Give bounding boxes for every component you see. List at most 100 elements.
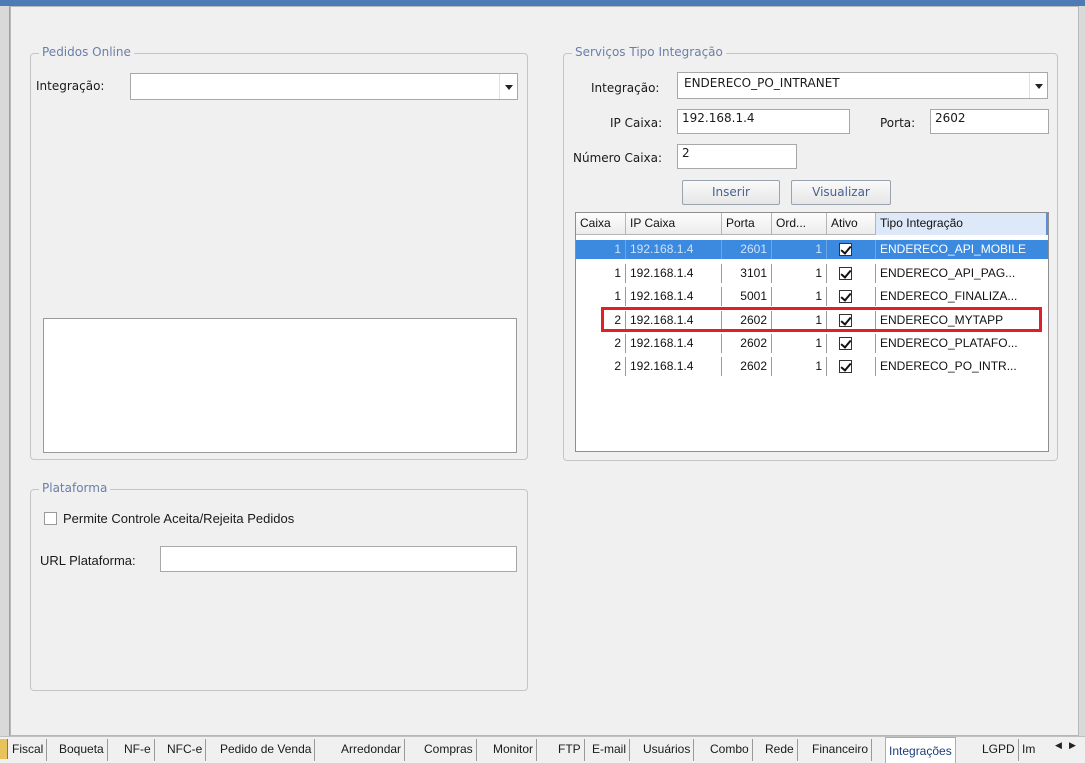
tab-ftp[interactable]: FTP: [555, 739, 585, 761]
cell-tipo-integracao: ENDERECO_FINALIZA...: [880, 289, 1018, 303]
cell-porta: 5001: [722, 287, 772, 306]
inserir-button[interactable]: Inserir: [682, 180, 780, 205]
tab-boqueta[interactable]: Boqueta: [56, 739, 108, 761]
servicos-integracao-value: ENDERECO_PO_INTRANET: [684, 76, 840, 90]
column-header-porta[interactable]: Porta: [722, 213, 772, 235]
cell-ordem: 1: [772, 334, 827, 353]
cell-caixa: 2: [576, 334, 626, 353]
tab-arredondar[interactable]: Arredondar: [338, 739, 406, 761]
numero-caixa-field[interactable]: 2: [677, 144, 797, 169]
cell-ip-caixa: 192.168.1.4: [626, 264, 722, 283]
tab-email[interactable]: E-mail: [589, 739, 631, 761]
servicos-integracao-label: Integração:: [591, 81, 660, 95]
cell-porta: 2602: [722, 334, 772, 353]
cell-tipo-integracao: ENDERECO_MYTAPP: [880, 313, 1004, 327]
table-row[interactable]: 1 192.168.1.4 5001 1 ENDERECO_FINALIZA..…: [576, 287, 1048, 306]
chevron-down-icon[interactable]: [499, 74, 517, 99]
cell-ativo: [827, 334, 876, 353]
tab-compras[interactable]: Compras: [421, 739, 477, 761]
background-window-edge: [0, 6, 10, 736]
checkbox-checked-icon[interactable]: [839, 267, 852, 280]
table-row[interactable]: 1 192.168.1.4 3101 1 ENDERECO_API_PAG...: [576, 264, 1048, 283]
cell-porta: 2602: [722, 357, 772, 376]
permite-controle-checkbox[interactable]: [44, 512, 57, 525]
checkbox-checked-icon[interactable]: [839, 337, 852, 350]
cell-tipo-integracao: ENDERECO_PO_INTR...: [880, 359, 1017, 373]
plataforma-legend: Plataforma: [39, 481, 111, 495]
grid-header: Caixa IP Caixa Porta Ord... Ativo Tipo I…: [576, 213, 1048, 235]
servicos-integracao-select[interactable]: ENDERECO_PO_INTRANET: [677, 72, 1048, 99]
tab-lgpd[interactable]: LGPD: [979, 739, 1019, 761]
tab-pedido-de-venda[interactable]: Pedido de Venda: [217, 739, 316, 761]
pedidos-online-listbox[interactable]: [43, 318, 517, 453]
ip-caixa-field[interactable]: 192.168.1.4: [677, 109, 850, 134]
tab-integracoes[interactable]: Integrações: [885, 737, 956, 763]
url-plataforma-field[interactable]: [160, 546, 517, 572]
tab-overflow[interactable]: Im: [1019, 739, 1043, 761]
servicos-grid[interactable]: Caixa IP Caixa Porta Ord... Ativo Tipo I…: [575, 212, 1049, 452]
checkbox-checked-icon[interactable]: [839, 243, 852, 256]
right-window-edge: [1079, 6, 1085, 736]
column-header-caixa[interactable]: Caixa: [576, 213, 626, 235]
pedidos-integracao-label: Integração:: [36, 79, 105, 93]
cell-ordem: 1: [772, 264, 827, 283]
porta-field[interactable]: 2602: [930, 109, 1049, 134]
checkbox-checked-icon[interactable]: [839, 290, 852, 303]
table-row[interactable]: 2 192.168.1.4 2602 1 ENDERECO_PLATAFO...: [576, 334, 1048, 353]
tab-scroll-left-icon[interactable]: ◀: [1055, 741, 1062, 751]
tab-scroll-right-icon[interactable]: ▶: [1069, 741, 1076, 751]
servicos-legend: Serviços Tipo Integração: [572, 45, 726, 59]
cell-ordem: 1: [772, 287, 827, 306]
tab-usuarios[interactable]: Usuários: [640, 739, 695, 761]
cell-ip-caixa: 192.168.1.4: [626, 357, 722, 376]
tab-combo[interactable]: Combo: [707, 739, 753, 761]
ip-caixa-label: IP Caixa:: [610, 116, 663, 130]
tab-fiscal[interactable]: Fiscal: [9, 739, 48, 761]
checkbox-checked-icon[interactable]: [839, 360, 852, 373]
cell-ativo: [827, 357, 876, 376]
cell-caixa: 1: [576, 240, 626, 259]
cell-caixa: 2: [576, 357, 626, 376]
tab-nfe[interactable]: NF-e: [121, 739, 155, 761]
table-row[interactable]: 2 192.168.1.4 2602 1 ENDERECO_PO_INTR...: [576, 357, 1048, 376]
cell-ordem: 1: [772, 311, 827, 330]
tab-nfce[interactable]: NFC-e: [164, 739, 207, 761]
tab-monitor[interactable]: Monitor: [490, 739, 538, 761]
table-row[interactable]: 1 192.168.1.4 2601 1 ENDERECO_API_MOBILE: [576, 240, 1048, 259]
numero-caixa-label: Número Caixa:: [573, 151, 663, 165]
cell-ativo: [827, 311, 876, 330]
cell-ip-caixa: 192.168.1.4: [626, 240, 722, 259]
column-header-tipo-integracao[interactable]: Tipo Integração: [876, 213, 1048, 235]
porta-label: Porta:: [880, 116, 916, 130]
visualizar-button[interactable]: Visualizar: [791, 180, 891, 205]
cell-ip-caixa: 192.168.1.4: [626, 311, 722, 330]
cell-porta: 2601: [722, 240, 772, 259]
cell-ativo: [827, 287, 876, 306]
tab-rede[interactable]: Rede: [762, 739, 798, 761]
column-header-ativo[interactable]: Ativo: [827, 213, 876, 235]
cell-tipo-integracao: ENDERECO_API_PAG...: [880, 266, 1016, 280]
column-header-ip-caixa[interactable]: IP Caixa: [626, 213, 722, 235]
column-header-ordem[interactable]: Ord...: [772, 213, 827, 235]
cell-tipo-integracao: ENDERECO_PLATAFO...: [880, 336, 1018, 350]
tab-strip-icon: [0, 739, 8, 759]
tab-bar: Fiscal Boqueta NF-e NFC-e Pedido de Vend…: [0, 736, 1085, 763]
cell-caixa: 2: [576, 311, 626, 330]
cell-ativo: [827, 264, 876, 283]
cell-ativo: [827, 240, 876, 259]
permite-controle-label[interactable]: Permite Controle Aceita/Rejeita Pedidos: [63, 511, 294, 526]
tab-financeiro[interactable]: Financeiro: [809, 739, 873, 761]
cell-ordem: 1: [772, 240, 827, 259]
pedidos-integracao-select[interactable]: [130, 73, 518, 100]
cell-porta: 3101: [722, 264, 772, 283]
chevron-down-icon[interactable]: [1029, 73, 1047, 98]
pedidos-online-legend: Pedidos Online: [39, 45, 134, 59]
table-row[interactable]: 2 192.168.1.4 2602 1 ENDERECO_MYTAPP: [576, 311, 1048, 330]
url-plataforma-label: URL Plataforma:: [40, 553, 136, 568]
cell-caixa: 1: [576, 264, 626, 283]
checkbox-checked-icon[interactable]: [839, 314, 852, 327]
cell-ordem: 1: [772, 357, 827, 376]
cell-tipo-integracao: ENDERECO_API_MOBILE: [880, 242, 1027, 256]
cell-porta: 2602: [722, 311, 772, 330]
cell-ip-caixa: 192.168.1.4: [626, 334, 722, 353]
